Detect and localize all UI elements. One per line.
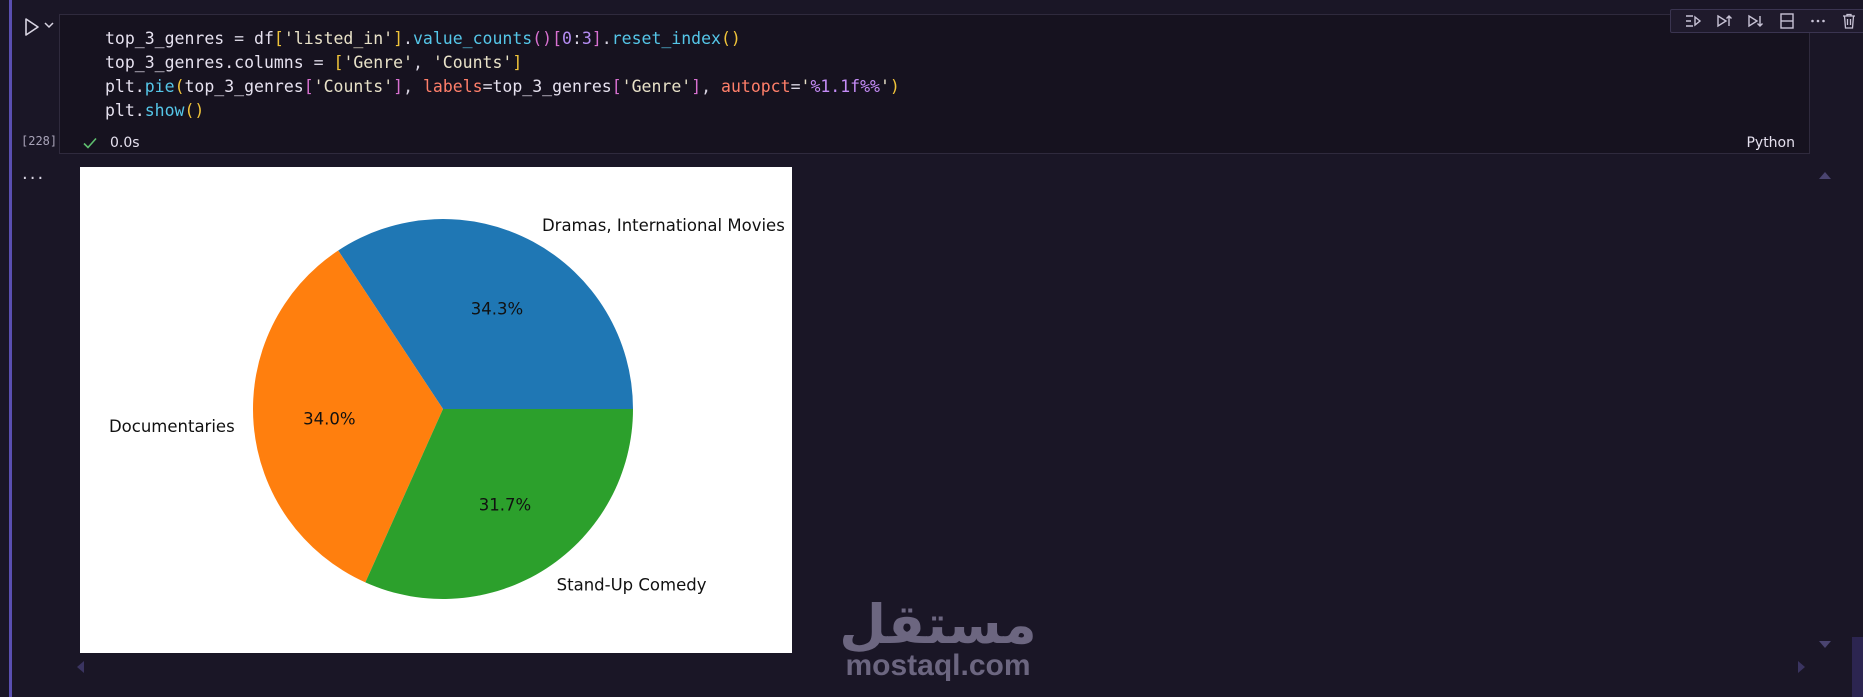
code-token: top_3_genres.columns (105, 53, 314, 72)
code-token: ] (512, 53, 523, 72)
output-menu-icon[interactable]: ··· (22, 168, 45, 189)
kernel-language-picker[interactable]: Python (1746, 135, 1795, 151)
code-token: ) (889, 77, 900, 96)
code-token: [ (303, 77, 314, 96)
cell-toolbar (1670, 9, 1863, 33)
code-token: top_3_genres (184, 77, 304, 96)
code-token: [ (273, 29, 284, 48)
chevron-down-icon[interactable] (43, 19, 55, 31)
pie-pct-label: 34.0% (303, 409, 355, 428)
code-token: top_3_genres (105, 29, 235, 48)
code-token: 'Genre' (621, 77, 692, 96)
watermark-arabic: مستقل (839, 593, 1037, 656)
code-token: ' (800, 77, 811, 96)
vertical-scrollbar-thumb[interactable] (1852, 637, 1863, 697)
code-token: pie (144, 77, 175, 96)
execution-count: [228] (21, 134, 58, 148)
code-token: ' (879, 77, 890, 96)
code-line: top_3_genres.columns = ['Genre', 'Counts… (105, 51, 900, 75)
cell-output: 34.3% Dramas, International Movies 34.0% Do… (80, 167, 792, 653)
code-token: [ (333, 53, 344, 72)
code-token: 0 (562, 29, 572, 48)
code-token: . (601, 29, 612, 48)
code-token: , (701, 77, 722, 96)
code-token: [ (552, 29, 563, 48)
watermark-latin: mostaql.com (845, 649, 1031, 682)
run-cell-icon[interactable] (22, 16, 42, 38)
code-token: . (403, 29, 413, 48)
code-token: = (313, 53, 334, 72)
code-editor[interactable]: top_3_genres = df['listed_in'].value_cou… (105, 27, 900, 123)
code-token: , (403, 77, 423, 96)
code-token: 'Counts' (313, 77, 394, 96)
code-token: () (720, 29, 741, 48)
split-cell-icon[interactable] (1778, 12, 1796, 30)
scroll-up-icon[interactable] (1818, 170, 1832, 180)
code-token: = (482, 77, 493, 96)
code-token: show (144, 101, 185, 120)
code-token: [ (611, 77, 622, 96)
execute-above-icon[interactable] (1715, 12, 1733, 30)
execute-below-icon[interactable] (1746, 12, 1764, 30)
delete-cell-icon[interactable] (1840, 12, 1858, 30)
code-token: 'Genre' (343, 53, 413, 72)
code-token: reset_index (611, 29, 721, 48)
code-token: ] (591, 29, 602, 48)
code-token: = (790, 77, 801, 96)
code-token: labels (422, 77, 483, 96)
code-token: = (234, 29, 255, 48)
pie-pct-label: 31.7% (479, 496, 531, 515)
watermark-logo: مستقل mostaql.com (838, 598, 1038, 688)
code-token: df (254, 29, 274, 48)
scroll-down-icon[interactable] (1818, 640, 1832, 650)
code-token: 'Counts' (432, 53, 513, 72)
run-by-line-icon[interactable] (1684, 12, 1702, 30)
code-token: () (184, 101, 205, 120)
code-token: %1.1f%% (810, 77, 880, 96)
cell-focus-indicator (9, 0, 12, 697)
code-token: ( (174, 77, 185, 96)
pie-chart: 34.3% Dramas, International Movies 34.0% Do… (109, 216, 785, 599)
scroll-right-icon[interactable] (1797, 660, 1807, 674)
code-token: plt. (105, 101, 145, 120)
code-line: plt.show() (105, 99, 900, 123)
code-token: () (532, 29, 553, 48)
code-token: autopct (721, 77, 791, 96)
code-cell[interactable]: top_3_genres = df['listed_in'].value_cou… (59, 9, 1863, 154)
code-token: 3 (581, 29, 592, 48)
execution-time: 0.0s (110, 135, 140, 151)
code-token: ] (393, 29, 404, 48)
code-token: 'listed_in' (283, 29, 394, 48)
pie-category-label: Dramas, International Movies (542, 216, 785, 235)
pie-category-label: Documentaries (109, 417, 235, 436)
code-line: plt.pie(top_3_genres['Counts'], labels=t… (105, 75, 900, 99)
code-token: : (571, 29, 582, 48)
more-actions-icon[interactable] (1809, 12, 1827, 30)
code-token: , (412, 53, 433, 72)
code-token: top_3_genres (492, 77, 612, 96)
pie-category-label: Stand-Up Comedy (557, 575, 707, 594)
pie-pct-label: 34.3% (471, 300, 523, 319)
check-icon (83, 137, 97, 149)
code-line: top_3_genres = df['listed_in'].value_cou… (105, 27, 900, 51)
code-token: plt. (105, 77, 145, 96)
code-token: ] (691, 77, 702, 96)
execution-status: 0.0s (82, 132, 140, 154)
code-token: ] (393, 77, 404, 96)
scroll-left-icon[interactable] (75, 660, 85, 674)
code-token: value_counts (412, 29, 533, 48)
